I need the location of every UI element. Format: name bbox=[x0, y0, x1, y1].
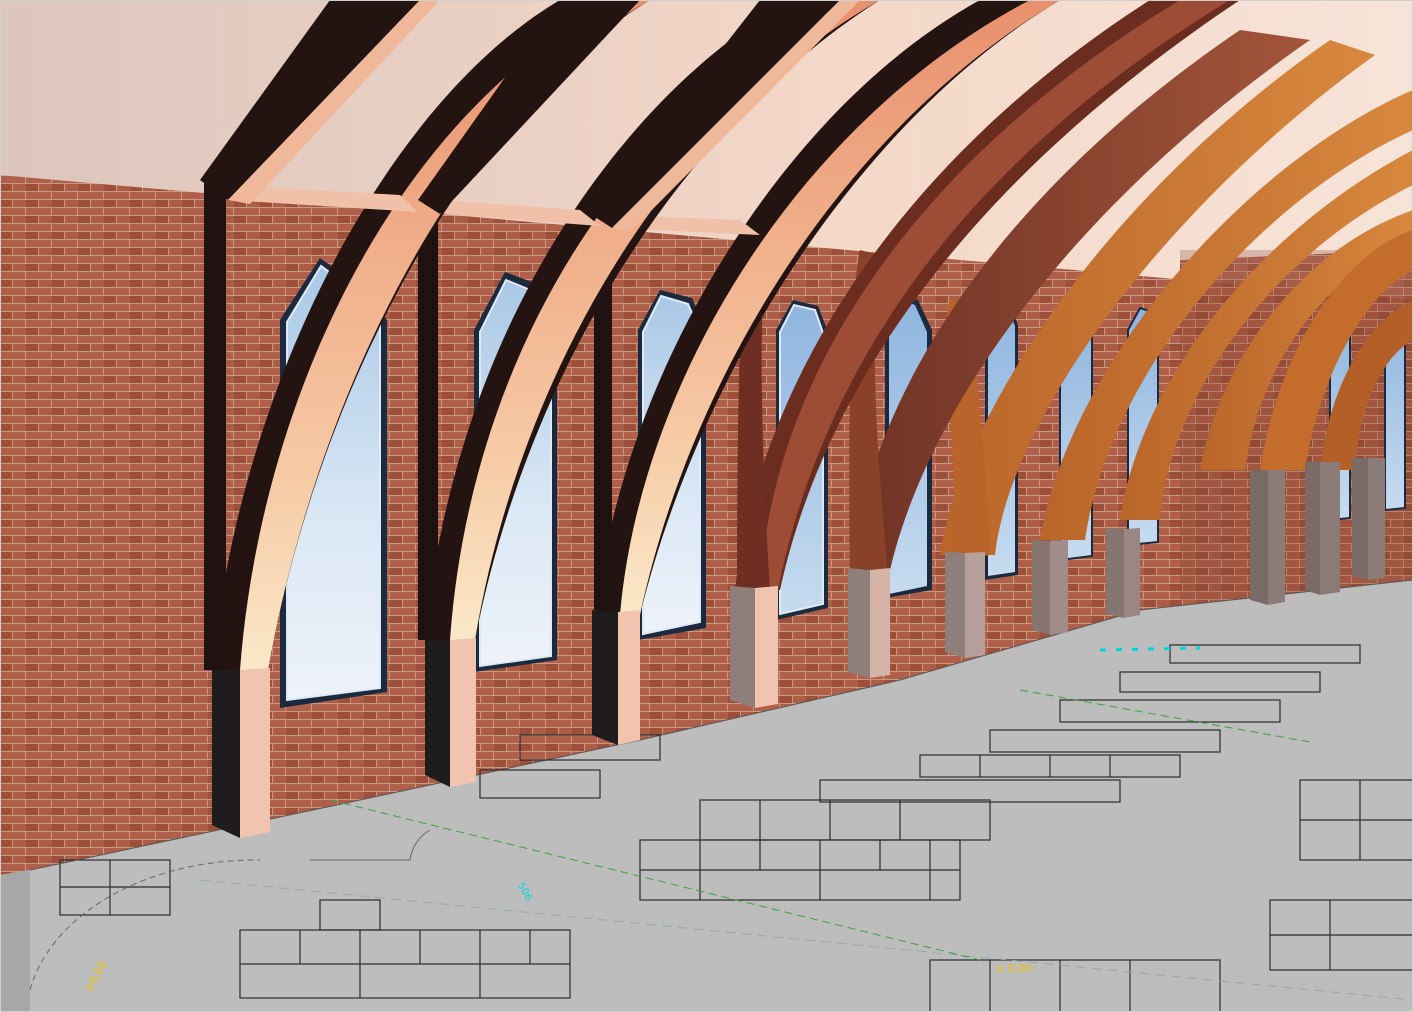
render-viewport: ±0,00 ± 0,00 506 bbox=[0, 0, 1413, 1012]
level-mark-center: ± 0,00 bbox=[995, 962, 1032, 975]
arched-hall-render: ±0,00 ± 0,00 506 bbox=[0, 0, 1413, 1012]
